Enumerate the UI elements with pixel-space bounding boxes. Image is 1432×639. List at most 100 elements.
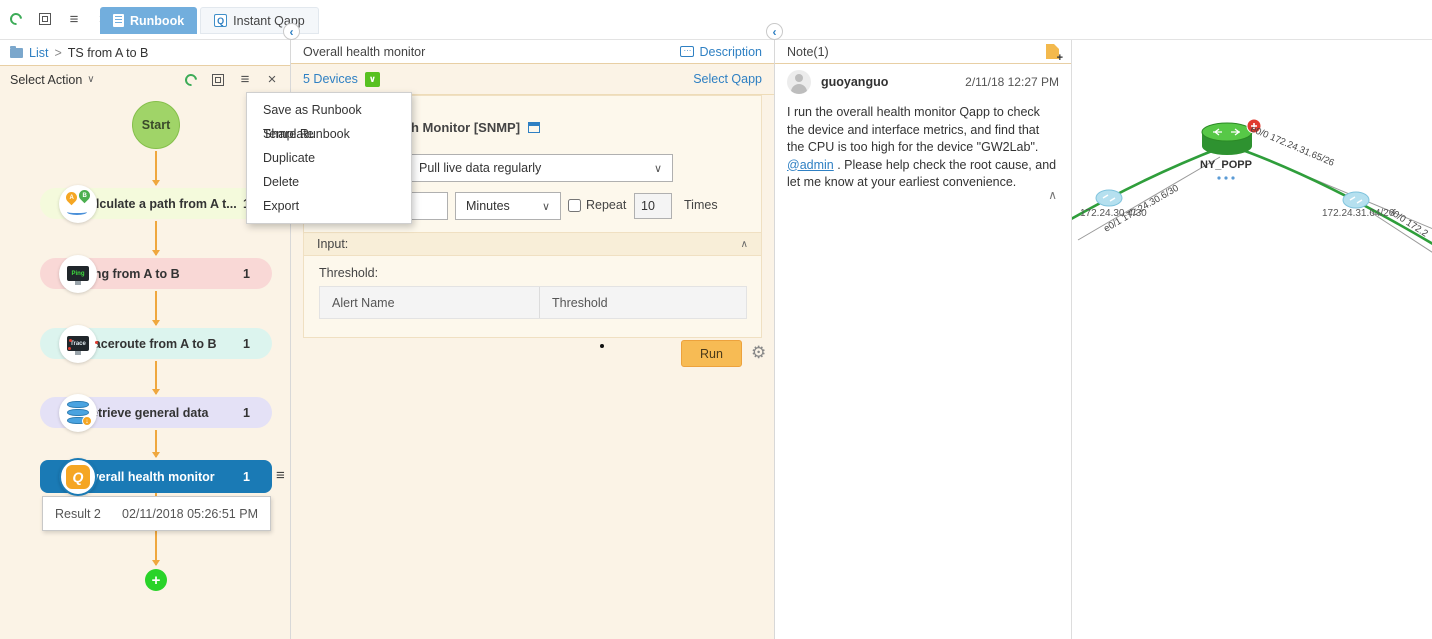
interval-unit-value: Minutes [466,199,510,213]
description-label: Description [699,45,762,59]
flow-node-label: Traceroute from A to B [82,337,217,351]
add-step-button[interactable]: + [145,569,167,591]
devices-dropdown-icon[interactable]: ∨ [365,72,380,87]
flow-node-label: Overall health monitor [82,470,215,484]
description-bubble-icon: ··· [680,46,694,57]
qapp-title-text: h Monitor [SNMP] [411,120,520,135]
collapse-middle-panel-button[interactable]: ‹ [766,23,783,40]
traceroute-monitor-icon: Trace [59,325,97,363]
menu-item-delete[interactable]: Delete [247,170,411,194]
window-toolbar: ≡ × [8,11,111,27]
media-cloud-icon[interactable] [1096,190,1122,206]
repeat-checkbox[interactable] [568,199,581,212]
menu-item-share-runbook[interactable]: Share Runbook [247,122,411,146]
threshold-table-header-threshold: Threshold [540,287,746,318]
collapse-note-icon[interactable]: ∧ [1048,188,1057,202]
mouse-cursor [600,344,604,348]
note-author: guoyanguo [821,75,965,89]
description-link[interactable]: ··· Description [680,45,762,59]
mention-admin-link[interactable]: @admin [787,158,834,172]
network-label: 172.24.30.4/30 [1080,208,1147,219]
flow-node-retrieve-data[interactable]: ↓ Retrieve general data 1 [40,397,272,428]
runbook-menu-icon[interactable]: ≡ [237,72,253,88]
device-menu-dots-icon[interactable] [1217,176,1234,179]
tab-runbook[interactable]: Runbook [100,7,197,34]
breadcrumb-current: TS from A to B [68,46,149,60]
refresh-runbook-icon[interactable] [183,72,199,88]
menu-icon[interactable]: ≡ [66,11,82,27]
result-label: Result 2 [55,507,101,521]
repeat-count-input[interactable] [634,193,672,219]
breadcrumb: List > TS from A to B [0,40,290,66]
note-title: Note(1) [787,45,829,59]
data-mode-value: Pull live data regularly [419,161,541,175]
close-runbook-icon[interactable]: × [264,72,280,88]
note-timestamp: 2/11/18 12:27 PM [965,75,1059,89]
flow-node-overall-health-monitor[interactable]: Q Overall health monitor 1 [40,460,272,493]
avatar [787,70,811,94]
chevron-down-icon: ∨ [87,74,94,85]
flow-start-node[interactable]: Start [132,101,180,149]
flow-node-calculate-path[interactable]: A B calculate a path from A t... 1 [40,188,272,219]
refresh-glyph-icon [8,11,25,28]
device-name-label[interactable]: NY_POPP [1200,159,1252,171]
chevron-up-icon: ∧ [741,239,748,250]
qapp-title: h Monitor [SNMP] [411,120,540,135]
result-entry[interactable]: Result 2 02/11/2018 05:26:51 PM [42,496,271,531]
focus-glyph-icon [212,74,224,86]
breadcrumb-list-link[interactable]: List [29,46,48,60]
run-button[interactable]: Run [681,340,742,367]
note-comment-header: guoyanguo 2/11/18 12:27 PM [787,70,1059,94]
data-mode-select[interactable]: Pull live data regularly ∨ [408,154,673,182]
select-action-label: Select Action [10,73,82,87]
qapp-icon: Q [59,458,97,496]
pin-a-icon: A [64,189,80,205]
media-cloud-icon[interactable] [1343,192,1369,208]
flow-connector [155,430,157,457]
flow-connector [155,151,157,185]
flow-node-label: calculate a path from A t... [82,197,237,211]
node-menu-icon[interactable]: ≡ [276,467,285,484]
menu-item-export[interactable]: Export [247,194,411,218]
flow-node-traceroute[interactable]: Trace Traceroute from A to B 1 [40,328,272,359]
step-detail-subheader: 5 Devices ∨ Select Qapp [291,64,774,95]
focus-mode-icon[interactable] [37,11,53,27]
gear-icon[interactable]: ⚙ [751,343,766,363]
threshold-table-header-alert-name: Alert Name [320,287,540,318]
tab-runbook-label: Runbook [130,14,184,28]
step-title: Overall health monitor [303,45,425,59]
flow-node-ping[interactable]: Ping Ping from A to B 1 [40,258,272,289]
result-count-badge[interactable]: 1 [243,470,250,484]
chevron-down-icon: ∨ [654,162,662,175]
select-qapp-link[interactable]: Select Qapp [693,72,762,86]
collapse-left-panel-button[interactable]: ‹ [283,23,300,40]
ping-monitor-icon: Ping [59,255,97,293]
repeat-label: Repeat [586,198,626,212]
refresh-icon[interactable] [8,11,24,27]
threshold-table: Alert Name Threshold [319,286,747,319]
menu-item-save-as-template[interactable]: Save as Runbook Template [247,98,411,122]
input-section-header[interactable]: Input: ∧ [304,232,761,256]
top-bar: ≡ × Runbook Q Instant Qapp [0,0,1432,40]
result-count-badge[interactable]: 1 [243,337,250,351]
select-action-dropdown[interactable]: Select Action ∨ [10,73,95,87]
flow-node-label: Retrieve general data [82,406,208,420]
interval-value-input[interactable] [408,192,448,220]
times-label: Times [684,198,718,212]
add-note-icon[interactable] [1046,44,1059,59]
interval-unit-select[interactable]: Minutes ∨ [455,192,561,220]
open-qapp-window-icon[interactable] [528,122,540,133]
result-count-badge[interactable]: 1 [243,406,250,420]
tab-instant-qapp[interactable]: Q Instant Qapp [200,7,319,34]
pin-b-icon: B [77,187,93,203]
breadcrumb-separator: > [54,46,61,60]
network-label: 172.24.31.64/26 [1322,208,1395,219]
runbook-icon [113,14,124,27]
devices-link[interactable]: 5 Devices [303,72,358,86]
qapp-tab-icon: Q [214,14,227,27]
result-count-badge[interactable]: 1 [243,267,250,281]
flow-connector [155,361,157,394]
menu-item-duplicate[interactable]: Duplicate [247,146,411,170]
focus-runbook-icon[interactable] [210,72,226,88]
database-icon: ↓ [59,394,97,432]
